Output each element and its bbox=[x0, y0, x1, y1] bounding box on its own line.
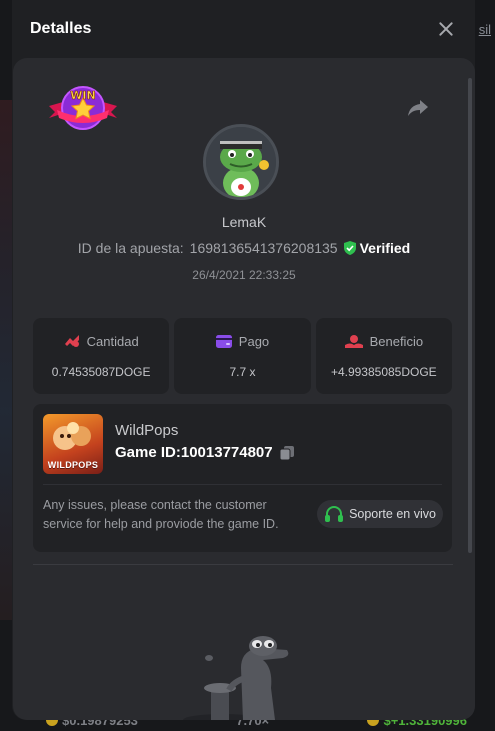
crocodile-avatar-icon bbox=[206, 127, 276, 197]
username: LemaK bbox=[221, 214, 267, 230]
background-game-strip bbox=[0, 100, 12, 620]
share-icon[interactable] bbox=[407, 98, 429, 118]
scrollbar[interactable] bbox=[468, 78, 472, 553]
avatar bbox=[203, 124, 279, 200]
bet-id-value: 1698136541376208135 bbox=[189, 240, 338, 256]
game-info-box: WILDPOPS WildPops Game ID:10013774807 An… bbox=[33, 404, 452, 552]
stat-label: Pago bbox=[238, 333, 270, 349]
stat-pago: Pago 7.7 x bbox=[174, 318, 311, 394]
crocodile-mascot-icon bbox=[183, 636, 289, 720]
stat-label-row: Cantidad bbox=[64, 334, 139, 349]
bet-details-modal: Detalles WIN LemaK ID de la apuesta: 169… bbox=[12, 0, 475, 720]
stat-label: Cantidad bbox=[86, 333, 139, 349]
live-support-label: Soporte en vivo bbox=[349, 507, 436, 521]
modal-title: Detalles bbox=[30, 20, 92, 37]
wager-icon bbox=[64, 335, 79, 347]
close-button[interactable] bbox=[437, 20, 455, 38]
headphones-icon bbox=[325, 506, 344, 522]
stat-beneficio: Beneficio +4.99385085DOGE bbox=[315, 318, 452, 394]
stat-cantidad: Cantidad 0.74535087DOGE bbox=[33, 318, 170, 394]
stat-value: +4.99385085DOGE bbox=[330, 364, 437, 379]
divider bbox=[43, 484, 442, 485]
bet-details-card: WIN LemaK ID de la apuesta: 169813654137… bbox=[13, 58, 475, 720]
issues-text: Any issues, please contact the customer … bbox=[43, 498, 279, 531]
verified-label: Verified bbox=[359, 240, 411, 256]
game-thumbnail-label: WILDPOPS bbox=[47, 460, 99, 470]
stat-label-row: Pago bbox=[215, 333, 270, 349]
stat-value: 7.7 x bbox=[229, 364, 256, 379]
modal-header: Detalles bbox=[12, 0, 475, 58]
divider bbox=[33, 564, 453, 565]
game-name: WildPops bbox=[115, 422, 179, 439]
shield-check-icon bbox=[343, 241, 356, 255]
stat-label: Beneficio bbox=[369, 333, 424, 349]
win-badge-text: WIN bbox=[70, 89, 95, 102]
game-id: Game ID:10013774807 bbox=[115, 444, 273, 461]
bet-timestamp: 26/4/2021 22:33:25 bbox=[192, 268, 296, 282]
game-thumbnail[interactable]: WILDPOPS bbox=[43, 414, 103, 474]
wallet-icon bbox=[215, 334, 232, 348]
game-id-row: Game ID:10013774807 bbox=[115, 444, 295, 461]
background-link: sil bbox=[478, 22, 491, 37]
verified-badge: Verified bbox=[343, 240, 411, 256]
copy-icon[interactable] bbox=[279, 445, 295, 461]
bet-id-row: ID de la apuesta: 1698136541376208135 Ve… bbox=[13, 240, 475, 256]
bet-id-label: ID de la apuesta: bbox=[77, 240, 184, 256]
bet-stats: Cantidad 0.74535087DOGE Pago 7.7 x Benef… bbox=[33, 318, 452, 394]
stat-label-row: Beneficio bbox=[344, 333, 424, 349]
win-badge-icon: WIN bbox=[49, 86, 117, 130]
stat-value: 0.74535087DOGE bbox=[51, 364, 151, 379]
live-support-button[interactable]: Soporte en vivo bbox=[317, 500, 443, 528]
profit-icon bbox=[344, 335, 363, 348]
